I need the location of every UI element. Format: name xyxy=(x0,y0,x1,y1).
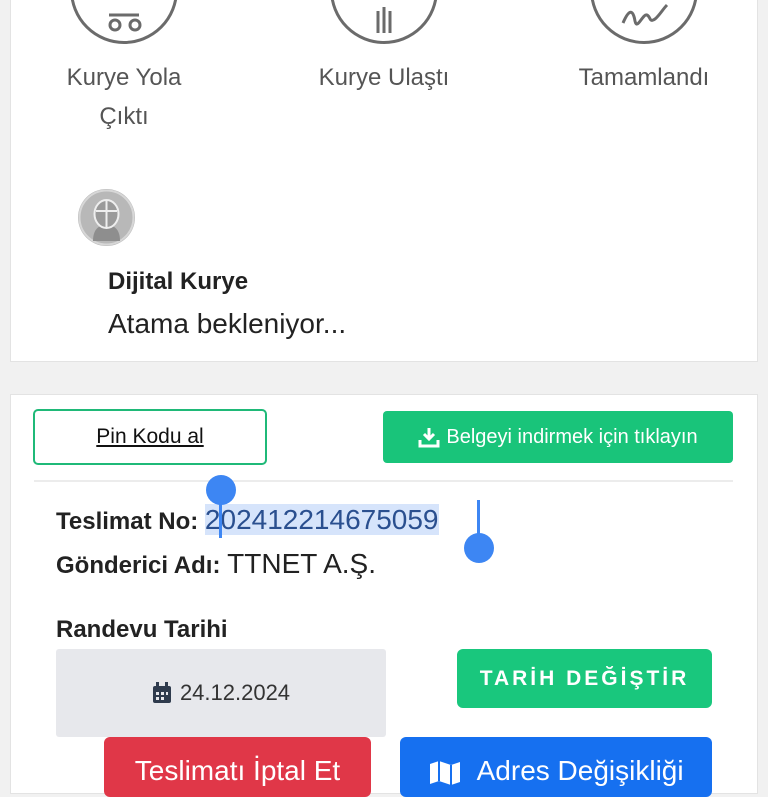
address-change-label: Adres Değişikliği xyxy=(476,755,684,786)
delivery-number-row: Teslimat No: 202412214675059 xyxy=(56,504,439,535)
step-completed-label: Tamamlandı xyxy=(544,58,744,97)
signature-icon xyxy=(621,3,669,26)
delivery-number-value[interactable]: 202412214675059 xyxy=(204,504,439,535)
step-label-line2: Çıktı xyxy=(99,103,149,130)
cancel-delivery-label: Teslimatı İptal Et xyxy=(134,755,341,786)
sender-row: Gönderici Adı: TTNET A.Ş. xyxy=(56,548,376,579)
download-document-button[interactable]: Belgeyi indirmek için tıklayın xyxy=(383,411,733,463)
courier-name: Dijital Kurye xyxy=(108,268,249,295)
step-label-line1: Tamamlandı xyxy=(578,64,710,91)
courier-avatar xyxy=(78,189,135,246)
appointment-date: 24.12.2024 xyxy=(179,680,291,705)
step-completed-circle xyxy=(590,0,698,44)
calendar-icon xyxy=(152,682,171,703)
selection-start-caret xyxy=(219,500,222,538)
change-date-button[interactable]: TARİH DEĞİŞTİR xyxy=(457,649,712,708)
cancel-delivery-button[interactable]: Teslimatı İptal Et xyxy=(104,737,371,797)
pin-code-button[interactable]: Pin Kodu al xyxy=(33,409,267,465)
step-label-line1: Kurye Yola xyxy=(66,64,182,91)
courier-status: Atama bekleniyor... xyxy=(108,308,347,339)
step-courier-departed-label: Kurye Yola Çıktı xyxy=(24,58,224,136)
step-courier-arrived-circle xyxy=(330,0,438,44)
pin-code-label: Pin Kodu al xyxy=(96,425,204,448)
selection-start-handle[interactable] xyxy=(206,475,236,505)
appointment-date-box: 24.12.2024 xyxy=(56,649,386,737)
map-icon xyxy=(430,760,461,785)
download-document-label: Belgeyi indirmek için tıklayın xyxy=(446,425,698,448)
divider xyxy=(34,480,733,482)
delivery-number-key: Teslimat No xyxy=(56,508,191,535)
step-courier-arrived-label: Kurye Ulaştı xyxy=(284,58,484,97)
step-label-line1: Kurye Ulaştı xyxy=(318,64,450,91)
change-date-label: TARİH DEĞİŞTİR xyxy=(479,666,690,690)
address-change-button[interactable]: Adres Değişikliği xyxy=(400,737,712,797)
sender-key: Gönderici Adı xyxy=(56,552,213,579)
fork-icon xyxy=(376,7,392,33)
selection-end-handle[interactable] xyxy=(464,533,494,563)
appointment-label: Randevu Tarihi xyxy=(56,616,228,643)
sender-value: TTNET A.Ş. xyxy=(227,548,376,579)
courier-helmet-icon xyxy=(78,189,135,246)
step-courier-departed-circle xyxy=(70,0,178,44)
download-icon xyxy=(418,428,440,448)
scooter-icon xyxy=(108,13,142,32)
